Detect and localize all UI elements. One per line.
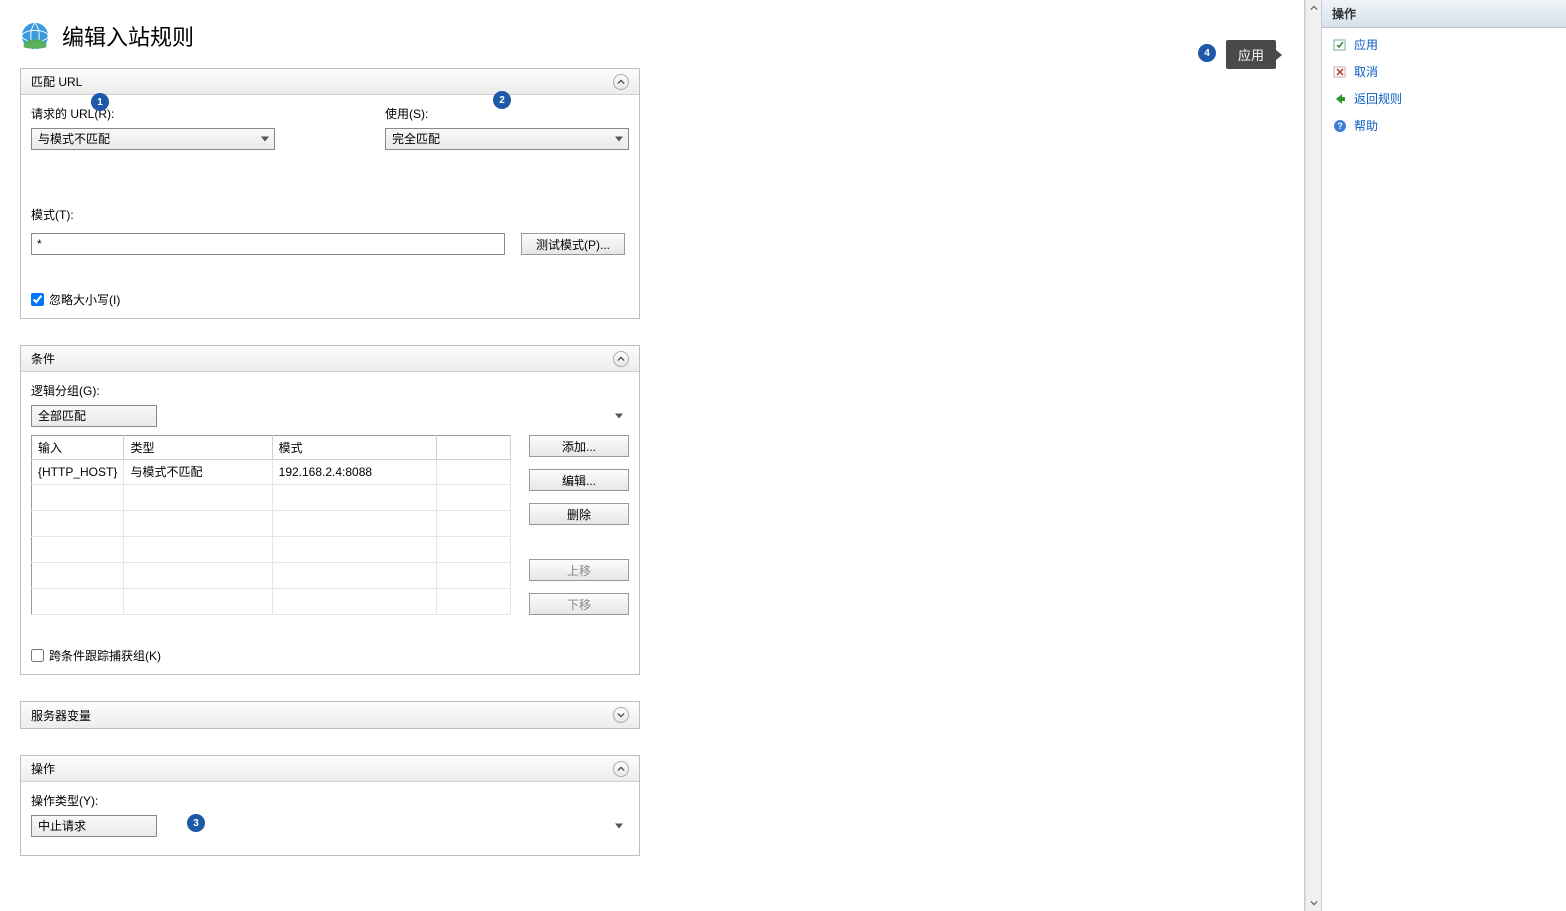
annotation-2: 2: [493, 91, 511, 109]
panel-conditions-title: 条件: [31, 350, 55, 367]
panel-match-url: 匹配 URL 1 2 请求的 URL(R): 与模式不匹配: [20, 68, 640, 319]
ignore-case-label: 忽略大小写(I): [49, 291, 120, 308]
cancel-icon: [1332, 64, 1348, 80]
table-row[interactable]: {HTTP_HOST} 与模式不匹配 192.168.2.4:8088: [32, 460, 511, 485]
cell-blank: [436, 460, 510, 485]
main-content: 4 应用 编辑入站规则 匹配 URL 1 2 请求的 URL(R):: [0, 0, 1305, 911]
actions-panel: 操作 应用 取消 返回规则 ? 帮助: [1321, 0, 1566, 911]
remove-condition-button[interactable]: 删除: [529, 503, 629, 525]
globe-icon: [20, 21, 50, 51]
col-type: 类型: [124, 436, 272, 460]
using-select[interactable]: 完全匹配: [385, 128, 629, 150]
track-capture-checkbox[interactable]: [31, 649, 44, 662]
requested-url-select[interactable]: 与模式不匹配: [31, 128, 275, 150]
panel-action: 操作 操作类型(Y): 中止请求 3: [20, 755, 640, 856]
requested-url-label: 请求的 URL(R):: [31, 105, 275, 122]
action-back-label: 返回规则: [1354, 90, 1402, 107]
expand-button[interactable]: [613, 707, 629, 723]
table-row: [32, 484, 511, 510]
pattern-input[interactable]: [31, 233, 505, 255]
actions-panel-header: 操作: [1322, 0, 1566, 28]
panel-server-vars-title: 服务器变量: [31, 707, 91, 724]
logic-group-label: 逻辑分组(G):: [31, 382, 629, 399]
panel-action-title: 操作: [31, 760, 55, 777]
page-title: 编辑入站规则: [62, 20, 194, 52]
back-arrow-icon: [1332, 91, 1348, 107]
tooltip-apply-text: 应用: [1238, 48, 1264, 63]
scroll-up-arrow[interactable]: [1306, 0, 1321, 16]
test-pattern-button[interactable]: 测试模式(P)...: [521, 233, 625, 255]
panel-server-vars: 服务器变量: [20, 701, 640, 729]
svg-text:?: ?: [1337, 121, 1343, 131]
using-label: 使用(S):: [385, 105, 629, 122]
collapse-button[interactable]: [613, 351, 629, 367]
apply-icon: [1332, 37, 1348, 53]
action-apply-label: 应用: [1354, 36, 1378, 53]
action-type-select[interactable]: 中止请求: [31, 815, 157, 837]
cell-input: {HTTP_HOST}: [32, 460, 124, 485]
panel-conditions: 条件 逻辑分组(G): 全部匹配: [20, 345, 640, 675]
table-row: [32, 510, 511, 536]
panel-match-url-title: 匹配 URL: [31, 73, 82, 90]
panel-action-header: 操作: [21, 756, 639, 782]
edit-condition-button[interactable]: 编辑...: [529, 469, 629, 491]
scroll-down-arrow[interactable]: [1306, 895, 1321, 911]
col-pattern: 模式: [272, 436, 436, 460]
table-row: [32, 588, 511, 614]
action-cancel[interactable]: 取消: [1330, 61, 1558, 82]
annotation-1: 1: [91, 93, 109, 111]
annotation-3: 3: [187, 814, 205, 832]
logic-group-select[interactable]: 全部匹配: [31, 405, 157, 427]
panel-conditions-header: 条件: [21, 346, 639, 372]
table-row: [32, 562, 511, 588]
action-type-label: 操作类型(Y):: [31, 792, 629, 809]
move-down-button[interactable]: 下移: [529, 593, 629, 615]
help-icon: ?: [1332, 118, 1348, 134]
ignore-case-checkbox[interactable]: [31, 293, 44, 306]
action-cancel-label: 取消: [1354, 63, 1378, 80]
conditions-table[interactable]: 输入 类型 模式 {HTTP_HOST} 与模式不匹配 192.168.2.4:…: [31, 435, 511, 615]
col-blank: [436, 436, 510, 460]
cell-pattern: 192.168.2.4:8088: [272, 460, 436, 485]
track-capture-label: 跨条件跟踪捕获组(K): [49, 647, 161, 664]
panel-match-url-header: 匹配 URL: [21, 69, 639, 95]
collapse-button[interactable]: [613, 761, 629, 777]
page-header: 编辑入站规则: [0, 0, 1304, 68]
pattern-label: 模式(T):: [31, 206, 629, 223]
action-apply[interactable]: 应用: [1330, 34, 1558, 55]
move-up-button[interactable]: 上移: [529, 559, 629, 581]
annotation-4: 4: [1198, 44, 1216, 62]
add-condition-button[interactable]: 添加...: [529, 435, 629, 457]
cell-type: 与模式不匹配: [124, 460, 272, 485]
col-input: 输入: [32, 436, 124, 460]
action-help[interactable]: ? 帮助: [1330, 115, 1558, 136]
action-back[interactable]: 返回规则: [1330, 88, 1558, 109]
table-row: [32, 536, 511, 562]
tooltip-apply: 4 应用: [1226, 40, 1276, 69]
collapse-button[interactable]: [613, 74, 629, 90]
vertical-scrollbar[interactable]: [1305, 0, 1321, 911]
action-help-label: 帮助: [1354, 117, 1378, 134]
panel-server-vars-header: 服务器变量: [21, 702, 639, 728]
